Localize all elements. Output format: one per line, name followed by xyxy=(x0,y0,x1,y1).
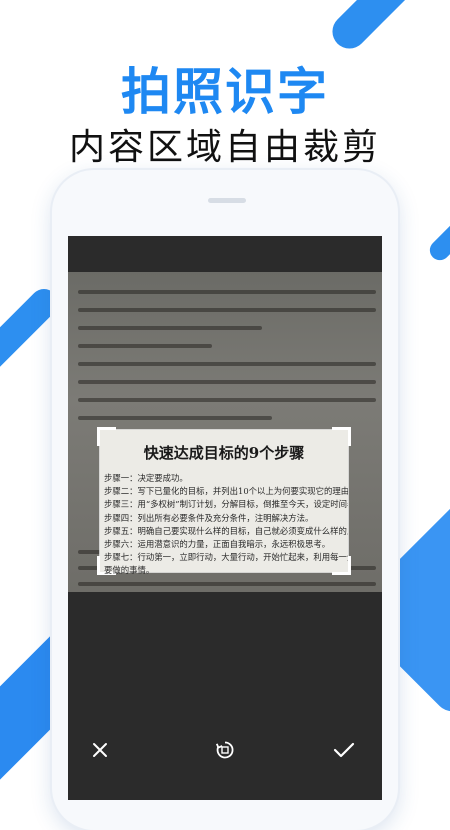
doc-text-line xyxy=(78,308,376,312)
crop-toolbar xyxy=(68,704,382,800)
step-line: 步骤六：运用潜意识的力量，正面自我暗示，永远积极思考。 xyxy=(104,539,331,550)
rotate-icon xyxy=(215,741,234,759)
doc-text-line xyxy=(78,398,376,402)
step-line: 步骤一：决定要成功。 xyxy=(104,473,188,483)
step-line: 步骤三：用“多权树”制订计划，分解目标，倒推至今天，设定时间表。 xyxy=(104,499,348,510)
step-line: 步骤五：明确自己要实现什么样的目标，自己就必须变成什么样的人！ xyxy=(104,525,348,536)
doc-text-line xyxy=(78,416,272,420)
crop-region[interactable]: 快速达成目标的9个步骤 步骤一：决定要成功。 步骤二：写下已量化的目标，并列出1… xyxy=(97,427,351,575)
crop-document-title: 快速达成目标的9个步骤 xyxy=(143,444,305,462)
hero-title: 拍照识字 xyxy=(121,63,329,121)
phone-earpiece xyxy=(208,198,246,203)
crop-steps-list: 步骤一：决定要成功。 步骤二：写下已量化的目标，并列出10个以上为何要实现它的理… xyxy=(104,472,348,578)
doc-text-line xyxy=(78,290,376,294)
hero-subtitle: 内容区域自由裁剪 xyxy=(68,127,381,168)
doc-text-line xyxy=(78,326,262,330)
rotate-button[interactable] xyxy=(207,732,243,768)
step-line: 步骤七：行动第一，立即行动，大量行动，开始忙起来，利用每一分、每一秒来做 xyxy=(104,552,348,563)
check-icon xyxy=(333,742,355,758)
decor-stripe-top-right xyxy=(325,0,450,56)
confirm-button[interactable] xyxy=(326,732,362,768)
step-line: 要做的事情。 xyxy=(104,565,155,576)
doc-text-line xyxy=(78,344,212,348)
camera-screen: 快速达成目标的9个步骤 步骤一：决定要成功。 步骤二：写下已量化的目标，并列出1… xyxy=(68,236,382,800)
close-icon xyxy=(93,743,107,757)
doc-text-line xyxy=(78,380,376,384)
cancel-button[interactable] xyxy=(82,732,118,768)
decor-stripe-right xyxy=(425,207,450,265)
doc-text-line xyxy=(78,582,376,586)
step-line: 步骤四：列出所有必要条件及充分条件，注明解决方法。 xyxy=(104,512,314,523)
step-line: 步骤二：写下已量化的目标，并列出10个以上为何要实现它的理由。 xyxy=(104,486,348,497)
doc-text-line xyxy=(78,362,376,366)
document-photo: 快速达成目标的9个步骤 步骤一：决定要成功。 步骤二：写下已量化的目标，并列出1… xyxy=(68,272,382,592)
